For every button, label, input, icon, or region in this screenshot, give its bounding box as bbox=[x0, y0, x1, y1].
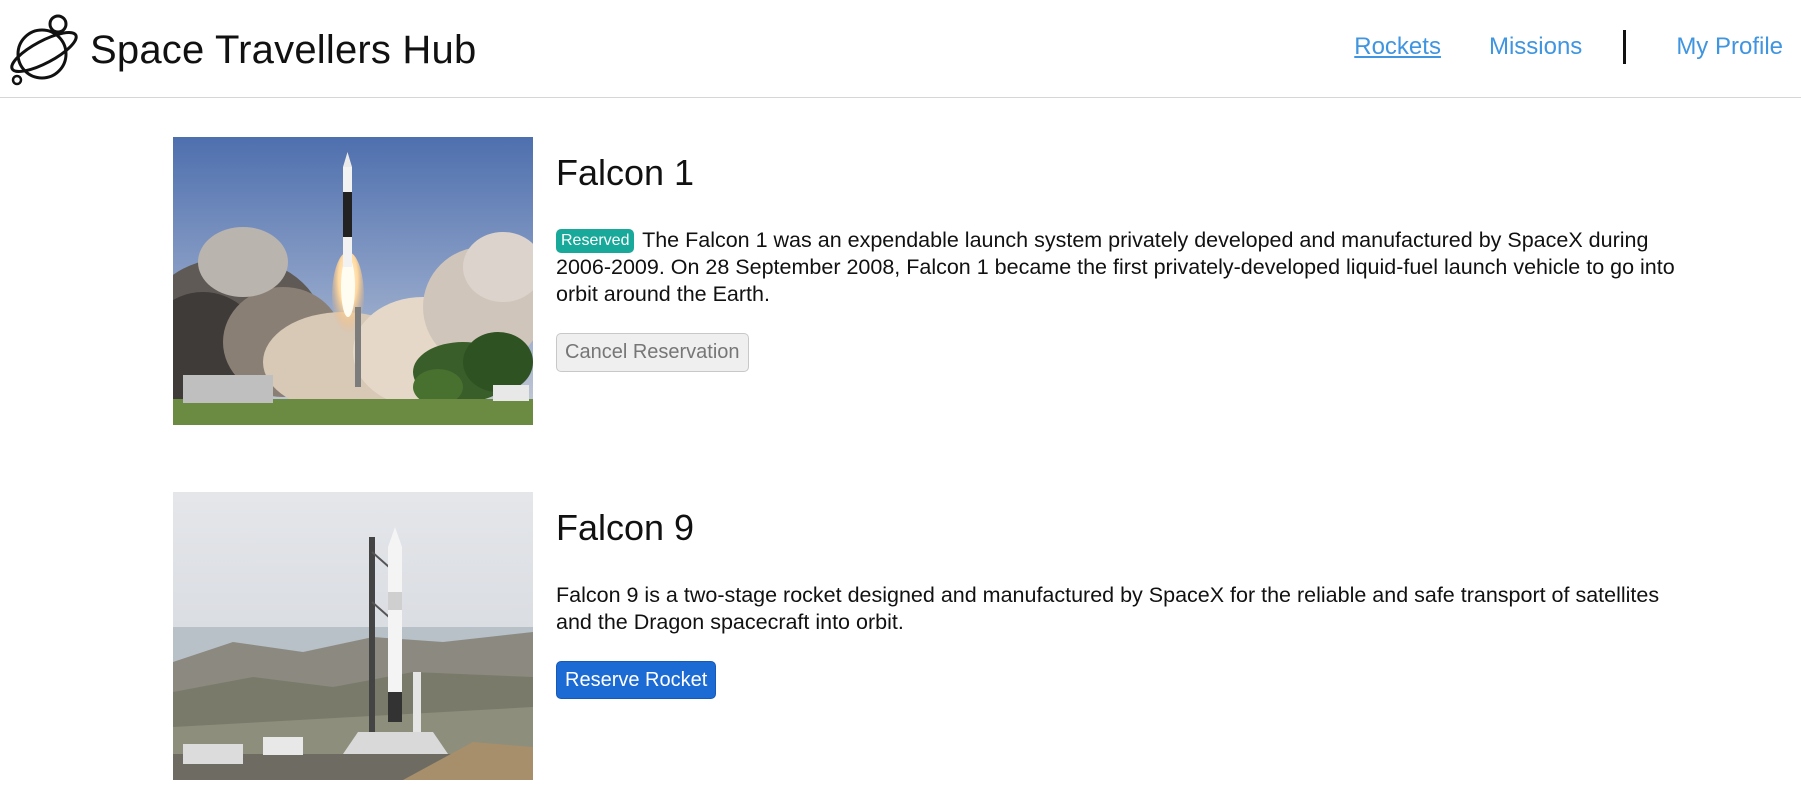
rocket-details: Falcon 1 Reserved The Falcon 1 was an ex… bbox=[556, 137, 1693, 425]
rocket-image bbox=[173, 492, 533, 780]
nav-link-rockets[interactable]: Rockets bbox=[1354, 33, 1441, 61]
app-header: Space Travellers Hub Rockets Missions My… bbox=[0, 0, 1801, 98]
cancel-reservation-button[interactable]: Cancel Reservation bbox=[556, 333, 749, 372]
nav-divider bbox=[1623, 30, 1627, 64]
main-nav: Rockets Missions My Profile bbox=[1354, 30, 1783, 64]
app-title: Space Travellers Hub bbox=[90, 27, 477, 72]
nav-link-missions[interactable]: Missions bbox=[1489, 33, 1582, 61]
reserve-rocket-button[interactable]: Reserve Rocket bbox=[556, 661, 717, 699]
rocket-name: Falcon 9 bbox=[556, 507, 695, 548]
rocket-details: Falcon 9 Falcon 9 is a two-stage rocket … bbox=[556, 492, 1693, 780]
rocket-launch-photo bbox=[173, 137, 533, 425]
rocket-description-text: The Falcon 1 was an expendable launch sy… bbox=[556, 228, 1675, 306]
rocket-pad-photo bbox=[173, 492, 533, 780]
nav-link-my-profile[interactable]: My Profile bbox=[1676, 33, 1783, 61]
rocket-description: Falcon 9 is a two-stage rocket designed … bbox=[556, 583, 1660, 634]
reserved-badge: Reserved bbox=[556, 229, 635, 253]
rocket-image bbox=[173, 137, 533, 425]
rocket-card: Falcon 9 Falcon 9 is a two-stage rocket … bbox=[173, 492, 1693, 780]
rocket-name: Falcon 1 bbox=[556, 152, 695, 193]
brand[interactable]: Space Travellers Hub bbox=[6, 12, 476, 88]
planet-icon bbox=[10, 14, 78, 86]
rocket-card: Falcon 1 Reserved The Falcon 1 was an ex… bbox=[173, 137, 1693, 425]
rocket-description: Reserved The Falcon 1 was an expendable … bbox=[556, 227, 1693, 308]
